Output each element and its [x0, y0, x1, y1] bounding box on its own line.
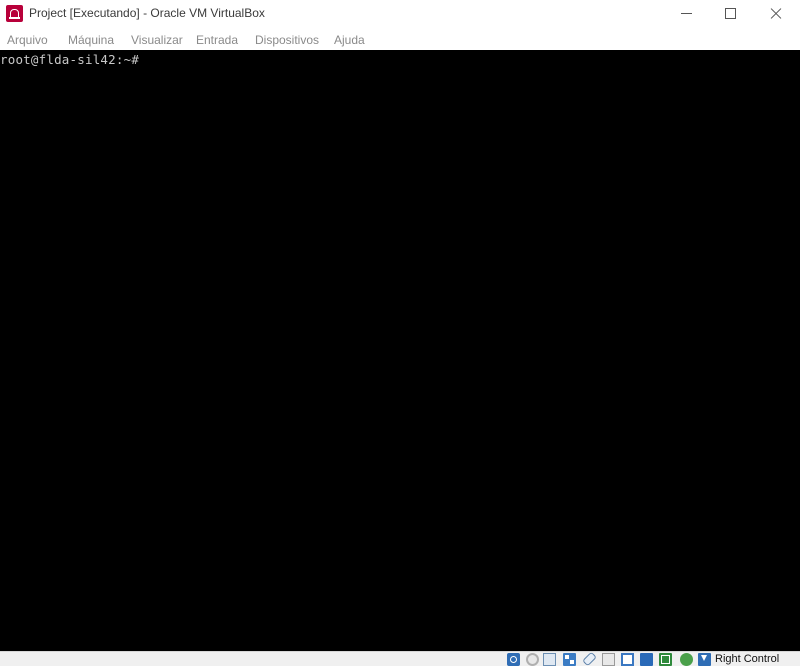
virtualization-icon[interactable]: [659, 653, 672, 666]
hard-disk-icon[interactable]: [507, 653, 520, 666]
close-button[interactable]: [752, 0, 798, 28]
mouse-integration-icon[interactable]: [680, 653, 693, 666]
minimize-button[interactable]: [664, 0, 710, 28]
shared-folders-icon[interactable]: [602, 653, 615, 666]
host-key-label: Right Control: [715, 653, 780, 665]
title-bar[interactable]: Project [Executando] - Oracle VM Virtual…: [0, 0, 800, 28]
audio-icon[interactable]: [543, 653, 556, 666]
menu-dispositivos[interactable]: Dispositivos: [255, 33, 319, 47]
menu-ajuda[interactable]: Ajuda: [334, 33, 365, 47]
menu-maquina[interactable]: Máquina: [68, 33, 114, 47]
optical-drive-icon[interactable]: [526, 653, 539, 666]
virtualbox-window: Project [Executando] - Oracle VM Virtual…: [0, 0, 800, 666]
shell-prompt: root@flda-sil42:~#: [0, 52, 140, 67]
maximize-button[interactable]: [708, 0, 754, 28]
keyboard-icon[interactable]: [698, 653, 711, 666]
virtualbox-icon: [6, 5, 23, 22]
status-bar: Right Control: [0, 651, 800, 666]
window-title: Project [Executando] - Oracle VM Virtual…: [29, 6, 265, 20]
network-icon[interactable]: [563, 653, 576, 666]
minimize-icon: [681, 13, 692, 14]
maximize-icon: [725, 8, 736, 19]
menu-entrada[interactable]: Entrada: [196, 33, 238, 47]
usb-icon[interactable]: [582, 651, 597, 666]
display-icon[interactable]: [621, 653, 634, 666]
vm-console-screen[interactable]: root@flda-sil42:~#: [0, 50, 800, 651]
menu-visualizar[interactable]: Visualizar: [131, 33, 183, 47]
menu-arquivo[interactable]: Arquivo: [7, 33, 48, 47]
video-capture-icon[interactable]: [640, 653, 653, 666]
menu-bar: Arquivo Máquina Visualizar Entrada Dispo…: [0, 30, 800, 50]
